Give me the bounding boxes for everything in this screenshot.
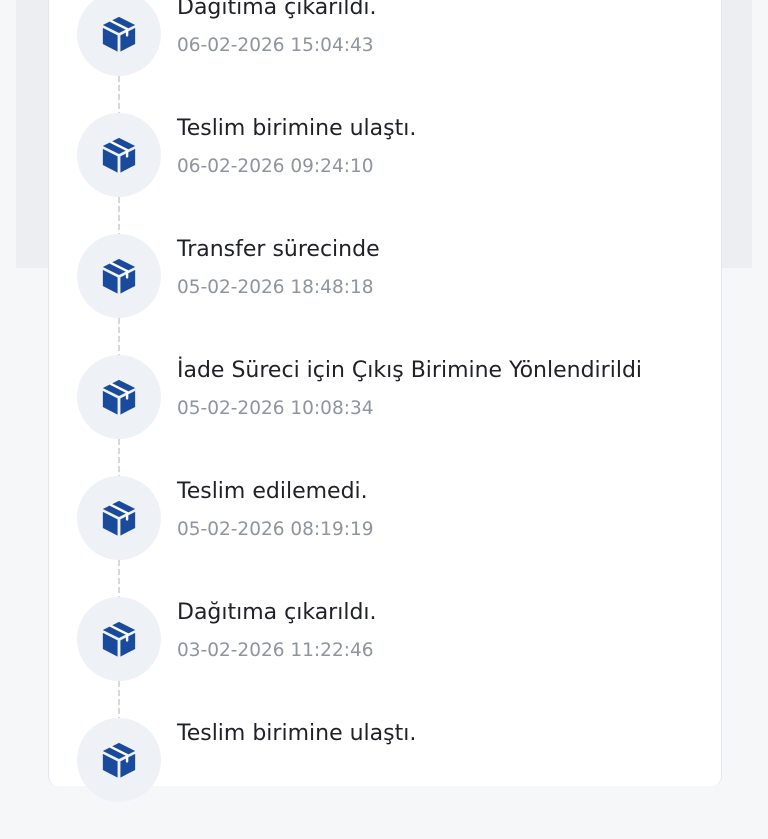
event-status: Transfer sürecinde [177, 237, 380, 262]
package-icon [77, 476, 161, 560]
package-icon [77, 113, 161, 197]
event-status: Teslim birimine ulaştı. [177, 116, 417, 141]
tracking-timeline: Dağıtıma çıkarıldı. 06-02-2026 15:04:43 … [0, 0, 768, 802]
package-icon [77, 718, 161, 802]
timeline-event: Dağıtıma çıkarıldı. 03-02-2026 11:22:46 [0, 597, 768, 718]
event-timestamp: 06-02-2026 09:24:10 [177, 156, 374, 177]
timeline-event: Teslim birimine ulaştı. 06-02-2026 09:24… [0, 113, 768, 234]
event-timestamp: 06-02-2026 15:04:43 [177, 35, 374, 56]
package-icon [77, 0, 161, 76]
timeline-event: Teslim birimine ulaştı. [0, 718, 768, 839]
event-timestamp: 05-02-2026 18:48:18 [177, 277, 374, 298]
package-icon [77, 597, 161, 681]
package-icon [77, 234, 161, 318]
event-timestamp: 05-02-2026 08:19:19 [177, 519, 374, 540]
event-status: İade Süreci için Çıkış Birimine Yönlendi… [177, 358, 643, 383]
timeline-event: Transfer sürecinde 05-02-2026 18:48:18 [0, 234, 768, 355]
timeline-event: Teslim edilemedi. 05-02-2026 08:19:19 [0, 476, 768, 597]
event-status: Dağıtıma çıkarıldı. [177, 600, 377, 625]
event-timestamp: 03-02-2026 11:22:46 [177, 640, 374, 661]
event-status: Dağıtıma çıkarıldı. [177, 0, 377, 20]
package-icon [77, 355, 161, 439]
timeline-event: Dağıtıma çıkarıldı. 06-02-2026 15:04:43 [0, 0, 768, 113]
event-status: Teslim edilemedi. [177, 479, 368, 504]
event-status: Teslim birimine ulaştı. [177, 721, 417, 746]
event-timestamp: 05-02-2026 10:08:34 [177, 398, 374, 419]
timeline-event: İade Süreci için Çıkış Birimine Yönlendi… [0, 355, 768, 476]
